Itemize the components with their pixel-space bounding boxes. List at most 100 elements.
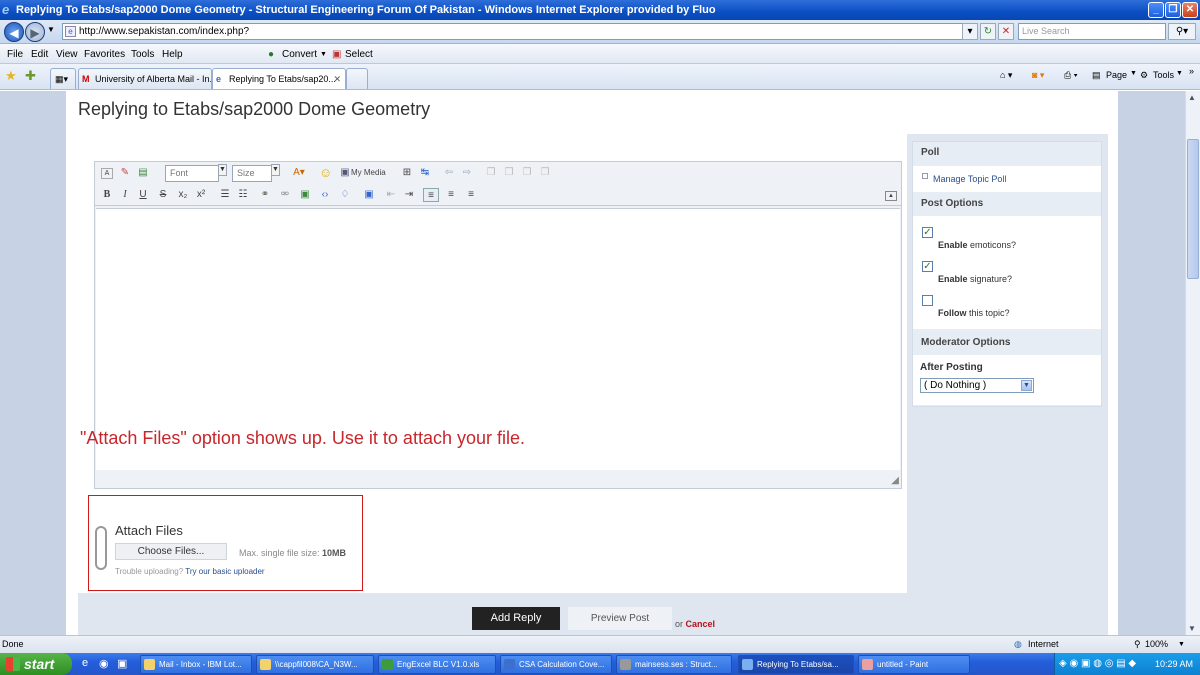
collapse-toolbar-icon[interactable]: ▲: [885, 191, 897, 201]
replace-icon[interactable]: ↹: [419, 166, 431, 180]
convert-button[interactable]: Convert: [282, 49, 317, 60]
menu-file[interactable]: File: [7, 49, 23, 60]
history-dropdown-icon[interactable]: ▼: [47, 25, 55, 34]
tools-menu-button[interactable]: Tools: [1153, 70, 1174, 80]
resize-grip-icon[interactable]: ◢: [891, 475, 899, 486]
scroll-up-icon[interactable]: ▲: [1188, 93, 1196, 102]
task-paint[interactable]: untitled - Paint: [858, 655, 970, 674]
preview-post-button[interactable]: Preview Post: [568, 607, 672, 630]
paste-word-icon[interactable]: ❐: [539, 166, 551, 180]
refresh-icon[interactable]: ↻: [980, 23, 996, 40]
page-menu-button[interactable]: Page: [1106, 70, 1127, 80]
basic-uploader-link[interactable]: Try our basic uploader: [185, 567, 264, 576]
task-replying-ie[interactable]: Replying To Etabs/sa...: [738, 655, 854, 674]
subscript-icon[interactable]: x₂: [177, 188, 189, 202]
outdent-icon[interactable]: ⇤: [385, 188, 397, 202]
tray-icons[interactable]: ◈ ◉ ▣ ◍ ◎ ▤ ◆: [1059, 653, 1136, 675]
signature-checkbox[interactable]: ✓: [922, 261, 933, 272]
redo-icon[interactable]: ⇨: [461, 166, 473, 180]
menu-favorites[interactable]: Favorites: [84, 49, 125, 60]
font-color-icon[interactable]: A▾: [293, 166, 305, 180]
after-posting-select[interactable]: ( Do Nothing ) ▼: [920, 378, 1034, 393]
quick-tabs-button[interactable]: ▦▾: [50, 68, 76, 89]
forward-button[interactable]: ▶: [25, 22, 45, 42]
spoiler-icon[interactable]: ▣: [363, 188, 375, 202]
emoticons-checkbox[interactable]: ✓: [922, 227, 933, 238]
cancel-link[interactable]: Cancel: [686, 619, 716, 629]
strikethrough-icon[interactable]: S: [157, 188, 169, 202]
task-file-share[interactable]: \\cappfil008\CA_N3W...: [256, 655, 374, 674]
clock[interactable]: 10:29 AM: [1155, 653, 1193, 675]
maximize-button[interactable]: ❐: [1165, 2, 1181, 18]
paste-text-icon[interactable]: ❐: [521, 166, 533, 180]
find-icon[interactable]: ⊞: [401, 166, 413, 180]
copy-icon[interactable]: ❐: [485, 166, 497, 180]
quicklaunch-explorer-icon[interactable]: ◉: [99, 657, 109, 670]
menu-tools[interactable]: Tools: [131, 49, 154, 60]
select-button[interactable]: Select: [345, 49, 373, 60]
align-right-icon[interactable]: ≡: [465, 188, 477, 202]
zoom-level[interactable]: 100%: [1145, 636, 1168, 653]
source-icon[interactable]: A: [101, 168, 113, 179]
scroll-down-icon[interactable]: ▼: [1188, 624, 1196, 633]
quote-icon[interactable]: ♢: [339, 188, 351, 202]
close-tab-icon[interactable]: ✕: [333, 69, 341, 89]
paste-icon[interactable]: ❐: [503, 166, 515, 180]
print-icon[interactable]: ⎙ ▾: [1064, 70, 1077, 81]
bullet-list-icon[interactable]: ☰: [219, 188, 231, 202]
task-engexcel[interactable]: EngExcel BLC V1.0.xls: [378, 655, 496, 674]
indent-icon[interactable]: ⇥: [403, 188, 415, 202]
add-reply-button[interactable]: Add Reply: [472, 607, 560, 630]
page-dropdown-icon[interactable]: ▼: [1130, 70, 1137, 77]
add-favorites-icon[interactable]: ✚: [25, 68, 36, 84]
new-tab-button[interactable]: [346, 68, 368, 89]
search-input[interactable]: Live Search: [1018, 23, 1166, 40]
convert-dropdown-icon[interactable]: ▼: [320, 51, 327, 58]
start-button[interactable]: start: [0, 653, 72, 675]
follow-topic-checkbox[interactable]: [922, 295, 933, 306]
quicklaunch-ie-icon[interactable]: e: [82, 657, 88, 669]
address-dropdown-icon[interactable]: ▾: [962, 23, 978, 40]
quicklaunch-media-icon[interactable]: ▣: [117, 657, 127, 670]
my-media-button[interactable]: My Media: [351, 166, 386, 180]
scrollbar-thumb[interactable]: [1187, 139, 1199, 279]
unlink-icon[interactable]: ⚮: [279, 188, 291, 202]
superscript-icon[interactable]: x²: [195, 188, 207, 202]
tab-university-mail[interactable]: M University of Alberta Mail - In...: [78, 68, 212, 89]
minimize-button[interactable]: _: [1148, 2, 1164, 18]
table-icon[interactable]: ▤: [137, 166, 149, 180]
stop-icon[interactable]: ✕: [998, 23, 1014, 40]
size-select[interactable]: Size ▼: [232, 164, 280, 182]
emoticon-icon[interactable]: ☺: [319, 166, 332, 180]
task-mainsess[interactable]: mainsess.ses : Struct...: [616, 655, 732, 674]
home-icon[interactable]: ⌂ ▾: [1000, 70, 1012, 81]
align-left-icon[interactable]: ≡: [423, 188, 439, 202]
italic-icon[interactable]: I: [119, 188, 131, 202]
menu-view[interactable]: View: [56, 49, 78, 60]
task-mail-inbox[interactable]: Mail - Inbox - IBM Lot...: [140, 655, 252, 674]
eraser-icon[interactable]: ✎: [119, 166, 131, 180]
favorites-star-icon[interactable]: ★: [5, 68, 17, 84]
address-input[interactable]: e http://www.sepakistan.com/index.php?: [62, 23, 974, 40]
code-icon[interactable]: ‹›: [319, 188, 331, 202]
choose-files-button[interactable]: Choose Files...: [115, 543, 227, 560]
manage-topic-poll-link[interactable]: Manage Topic Poll: [933, 174, 1006, 184]
numbered-list-icon[interactable]: ☷: [237, 188, 249, 202]
task-csa-calculation[interactable]: CSA Calculation Cove...: [500, 655, 612, 674]
tab-replying-etabs[interactable]: e Replying To Etabs/sap20... ✕: [212, 68, 346, 89]
menu-help[interactable]: Help: [162, 49, 183, 60]
underline-icon[interactable]: U: [137, 188, 149, 202]
back-button[interactable]: ◀: [4, 22, 24, 42]
search-icon[interactable]: ⚲▾: [1168, 23, 1196, 40]
menu-edit[interactable]: Edit: [31, 49, 48, 60]
zoom-dropdown-icon[interactable]: ▼: [1178, 636, 1185, 653]
align-center-icon[interactable]: ≡: [445, 188, 457, 202]
chevron-more-icon[interactable]: »: [1189, 66, 1194, 76]
link-icon[interactable]: ⚭: [259, 188, 271, 202]
close-window-button[interactable]: ✕: [1182, 2, 1198, 18]
undo-icon[interactable]: ⇦: [443, 166, 455, 180]
feeds-icon[interactable]: ◙ ▾: [1032, 70, 1044, 81]
image-icon[interactable]: ▣: [299, 188, 311, 202]
font-select[interactable]: Font ▼: [165, 164, 227, 182]
bold-icon[interactable]: B: [101, 188, 113, 202]
